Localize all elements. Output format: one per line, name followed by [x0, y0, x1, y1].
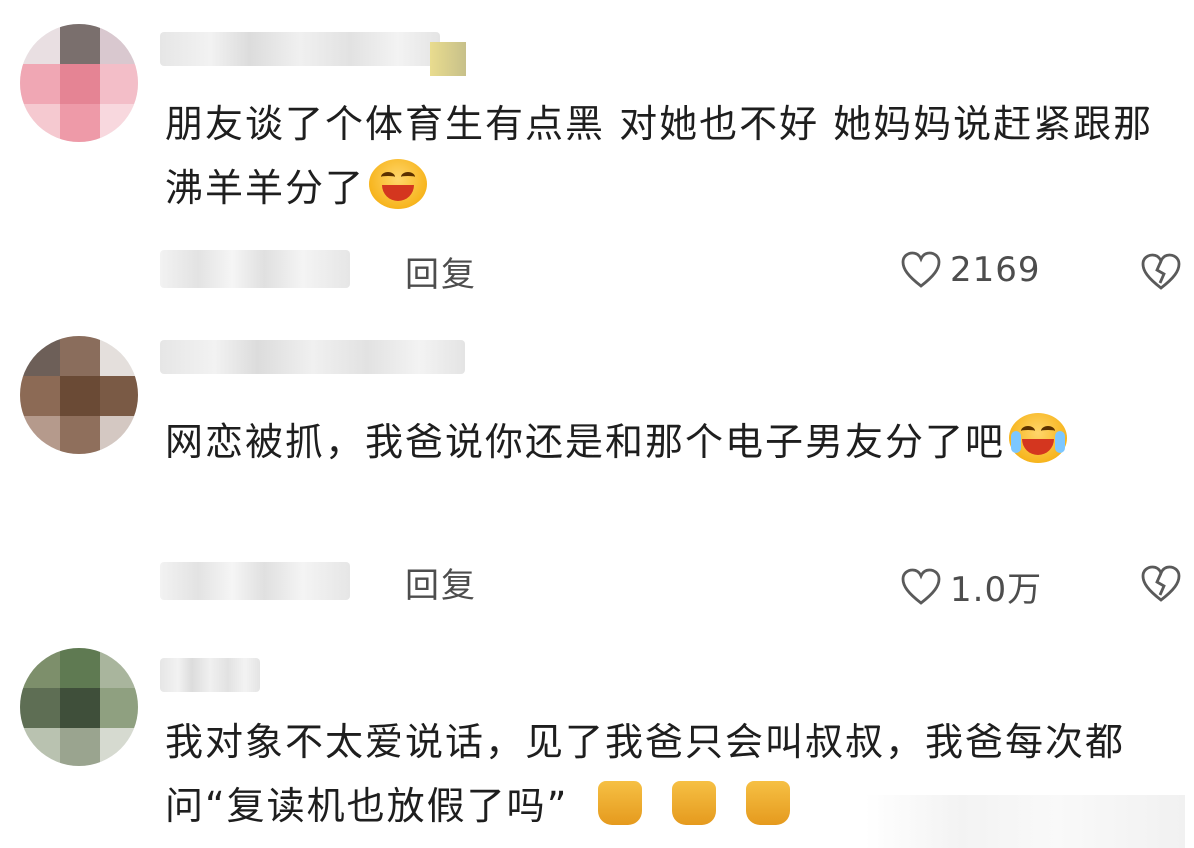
user-badge-icon: [430, 42, 466, 76]
avatar[interactable]: [20, 24, 138, 142]
reply-button[interactable]: 回复: [405, 247, 477, 296]
avatar[interactable]: [20, 336, 138, 454]
like-button[interactable]: 2169: [900, 250, 1041, 290]
comment-text: 网恋被抓，我爸说你还是和那个电子男友分了吧: [165, 410, 1160, 474]
cat-emoji-icon: [672, 781, 717, 825]
broken-heart-icon[interactable]: [1140, 564, 1182, 604]
comment-text: 朋友谈了个体育生有点黑 对她也不好 她妈妈说赶紧跟那沸羊羊分了: [165, 102, 1154, 210]
comment-item: 朋友谈了个体育生有点黑 对她也不好 她妈妈说赶紧跟那沸羊羊分了 回复 2169: [0, 0, 1194, 320]
avatar[interactable]: [20, 648, 138, 766]
like-button[interactable]: 1.0万: [900, 562, 1042, 611]
like-count: 2169: [950, 250, 1041, 290]
username-blurred[interactable]: [160, 658, 260, 692]
comment-item: 网恋被抓，我爸说你还是和那个电子男友分了吧 回复 1.0万: [0, 320, 1194, 630]
username-blurred[interactable]: [160, 340, 465, 374]
cat-emoji-icon: [598, 781, 643, 825]
cat-emoji-icon: [746, 781, 791, 825]
username-blurred[interactable]: [160, 32, 440, 66]
timestamp-blurred: [160, 250, 350, 288]
heart-outline-icon: [901, 251, 941, 288]
laughing-emoji-icon: [369, 159, 428, 209]
like-count: 1.0万: [950, 570, 1043, 610]
tears-of-joy-emoji-icon: [1009, 413, 1068, 463]
heart-outline-icon: [901, 568, 941, 605]
blurred-overlay: [865, 795, 1185, 848]
broken-heart-icon[interactable]: [1140, 252, 1182, 292]
comment-item: 我对象不太爱说话，见了我爸只会叫叔叔，我爸每次都问“复读机也放假了吗”: [0, 630, 1194, 848]
reply-button[interactable]: 回复: [405, 558, 477, 607]
timestamp-blurred: [160, 562, 350, 600]
